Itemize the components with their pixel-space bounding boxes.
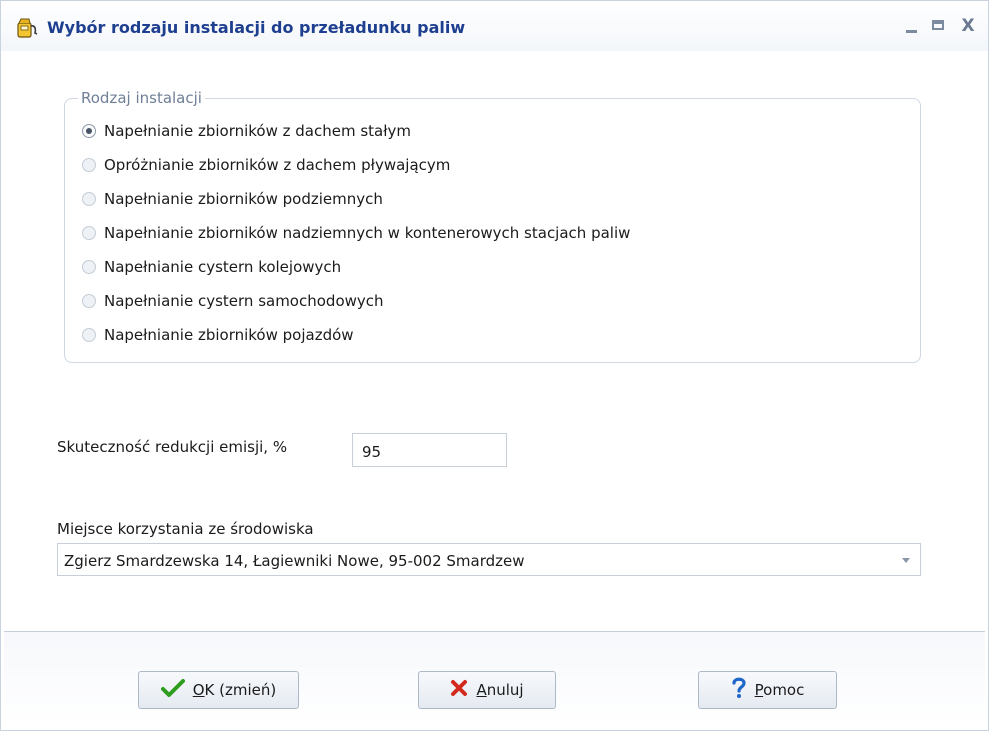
minimize-button[interactable]: [901, 15, 923, 37]
maximize-button[interactable]: [928, 15, 950, 37]
radio-button[interactable]: [82, 158, 96, 172]
radio-label: Napełnianie cystern samochodowych: [104, 292, 384, 310]
question-mark-icon: [731, 677, 747, 703]
help-button[interactable]: Pomoc: [698, 671, 837, 709]
location-selected-value: Zgierz Smardzewska 14, Łagiewniki Nowe, …: [64, 552, 525, 570]
dialog-window: Wybór rodzaju instalacji do przeładunku …: [0, 0, 989, 731]
x-mark-icon: [450, 679, 468, 701]
fuel-dispenser-icon: [15, 17, 39, 39]
checkmark-icon: [160, 678, 185, 702]
radio-option-floating-roof[interactable]: Opróżnianie zbiorników z dachem pływając…: [82, 154, 450, 176]
maximize-icon: [932, 20, 944, 30]
group-legend: Rodzaj instalacji: [78, 89, 205, 107]
radio-option-underground[interactable]: Napełnianie zbiorników podziemnych: [82, 188, 383, 210]
ok-button-label: OK (zmień): [192, 681, 277, 699]
radio-option-fixed-roof[interactable]: Napełnianie zbiorników z dachem stałym: [82, 120, 411, 142]
radio-option-road-tankers[interactable]: Napełnianie cystern samochodowych: [82, 290, 384, 312]
installation-type-group: Rodzaj instalacji Napełnianie zbiorników…: [64, 89, 921, 363]
radio-label: Napełnianie zbiorników nadziemnych w kon…: [104, 224, 631, 242]
help-button-label: Pomoc: [754, 681, 805, 699]
radio-button[interactable]: [82, 294, 96, 308]
title-bar[interactable]: Wybór rodzaju instalacji do przeładunku …: [1, 1, 988, 51]
radio-button-checked[interactable]: [82, 124, 96, 138]
radio-button[interactable]: [82, 260, 96, 274]
radio-label: Opróżnianie zbiorników z dachem pływając…: [104, 156, 451, 174]
radio-button[interactable]: [82, 226, 96, 240]
close-button[interactable]: X: [957, 15, 979, 37]
radio-option-rail-tankers[interactable]: Napełnianie cystern kolejowych: [82, 256, 341, 278]
cancel-button[interactable]: Anuluj: [418, 671, 556, 709]
radio-label: Napełnianie zbiorników z dachem stałym: [104, 122, 412, 140]
radio-button[interactable]: [82, 328, 96, 342]
radio-label: Napełnianie zbiorników pojazdów: [104, 326, 354, 344]
efficiency-label: Skuteczność redukcji emisji, %: [57, 438, 288, 456]
location-select[interactable]: Zgierz Smardzewska 14, Łagiewniki Nowe, …: [57, 543, 921, 576]
minimize-icon: [906, 30, 917, 33]
location-label: Miejsce korzystania ze środowiska: [57, 520, 314, 538]
radio-option-container-stations[interactable]: Napełnianie zbiorników nadziemnych w kon…: [82, 222, 630, 244]
efficiency-input[interactable]: 95: [352, 433, 507, 467]
window-title: Wybór rodzaju instalacji do przeładunku …: [47, 18, 466, 37]
radio-option-vehicle-tanks[interactable]: Napełnianie zbiorników pojazdów: [82, 324, 354, 346]
cancel-button-label: Anuluj: [476, 681, 524, 699]
ok-button[interactable]: OK (zmień): [138, 671, 299, 709]
radio-label: Napełnianie cystern kolejowych: [104, 258, 342, 276]
chevron-down-icon[interactable]: [902, 558, 910, 563]
radio-label: Napełnianie zbiorników podziemnych: [104, 190, 383, 208]
radio-button[interactable]: [82, 192, 96, 206]
